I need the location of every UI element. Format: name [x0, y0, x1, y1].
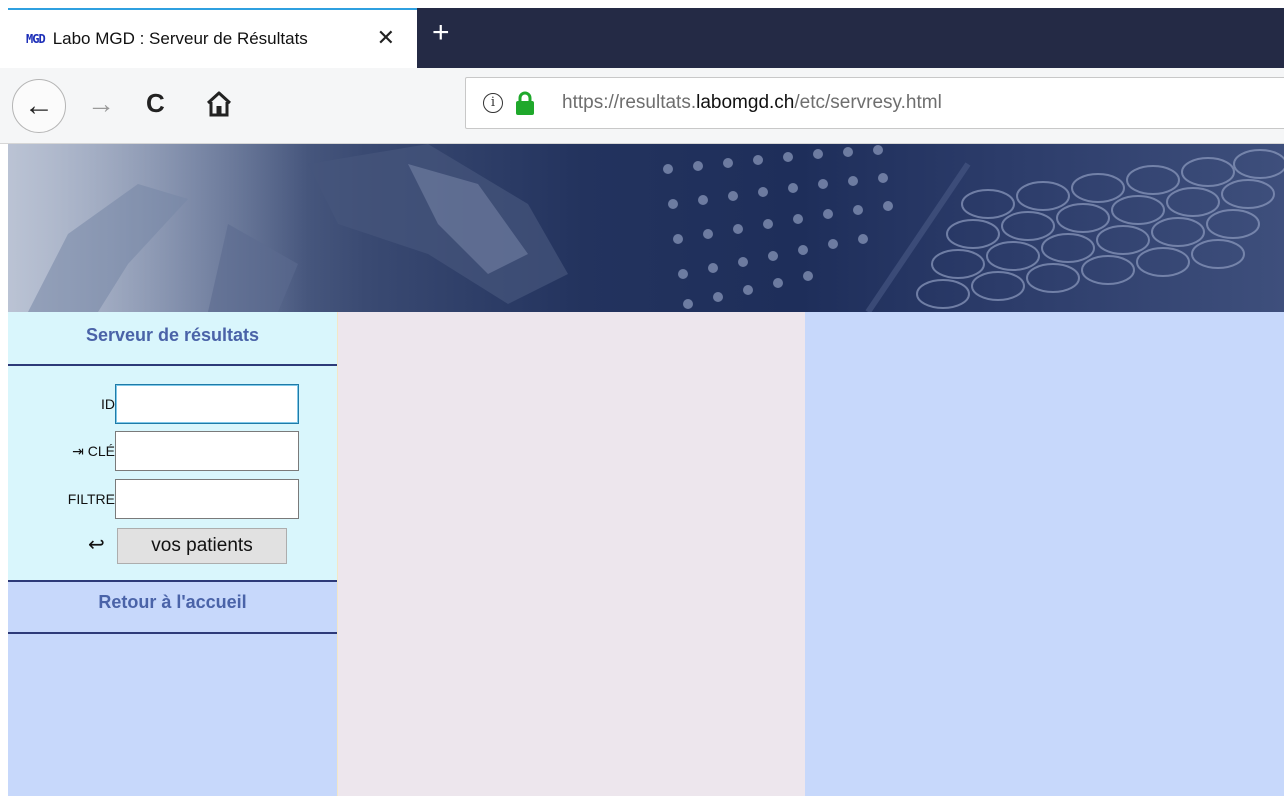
id-row: ID: [8, 384, 337, 424]
lab-banner-illustration: [8, 144, 1284, 312]
key-label: ⇥ CLÉ: [72, 443, 115, 459]
tab-bar: MGD Labo MGD : Serveur de Résultats ✕ +: [0, 0, 1284, 68]
main-content-area: [337, 312, 805, 796]
tab-title: Labo MGD : Serveur de Résultats: [52, 29, 308, 48]
home-icon[interactable]: [205, 90, 233, 118]
back-button[interactable]: ←: [12, 79, 66, 133]
key-row: ⇥ CLÉ: [8, 431, 337, 471]
tab-strip: [417, 8, 1284, 68]
left-sidebar: Serveur de résultats ID ⇥ CLÉ FILTRE ↩ v…: [8, 312, 337, 796]
forward-button[interactable]: →: [87, 89, 115, 119]
home-link[interactable]: Retour à l'accueil: [8, 580, 337, 634]
return-arrow-icon: ↩: [88, 534, 105, 556]
lock-icon[interactable]: [514, 90, 536, 116]
filter-row: FILTRE: [8, 479, 337, 519]
id-label: ID: [101, 396, 115, 412]
submit-row: ↩ vos patients: [8, 528, 337, 568]
url-path: /etc/servresy.html: [794, 92, 942, 113]
header-banner-image: [8, 144, 1284, 312]
id-input[interactable]: [115, 384, 299, 424]
vos-patients-button[interactable]: vos patients: [117, 528, 287, 564]
address-bar[interactable]: i https://resultats.labomgd.ch/etc/servr…: [465, 77, 1284, 129]
back-arrow-icon: ←: [24, 89, 54, 122]
url-domain: labomgd.ch: [696, 92, 795, 113]
close-icon[interactable]: ✕: [377, 27, 395, 49]
filter-input[interactable]: [115, 479, 299, 519]
navigation-bar: ← → C i https://resultats.labomgd.ch/etc…: [0, 68, 1284, 144]
login-panel: Serveur de résultats ID ⇥ CLÉ FILTRE ↩ v…: [8, 312, 337, 580]
panel-title: Serveur de résultats: [8, 312, 337, 366]
active-tab[interactable]: MGD Labo MGD : Serveur de Résultats ✕: [8, 8, 417, 68]
url-text[interactable]: https://resultats.labomgd.ch/etc/servres…: [562, 92, 942, 114]
url-prefix: https://resultats.: [562, 92, 697, 113]
key-input[interactable]: [115, 431, 299, 471]
new-tab-icon[interactable]: +: [432, 18, 450, 48]
filter-label: FILTRE: [67, 491, 115, 507]
right-panel: [805, 312, 1284, 796]
page-viewport: Serveur de résultats ID ⇥ CLÉ FILTRE ↩ v…: [0, 144, 1284, 796]
reload-button[interactable]: C: [146, 88, 165, 118]
favicon-icon: MGD: [26, 32, 46, 46]
info-icon[interactable]: i: [483, 93, 503, 113]
